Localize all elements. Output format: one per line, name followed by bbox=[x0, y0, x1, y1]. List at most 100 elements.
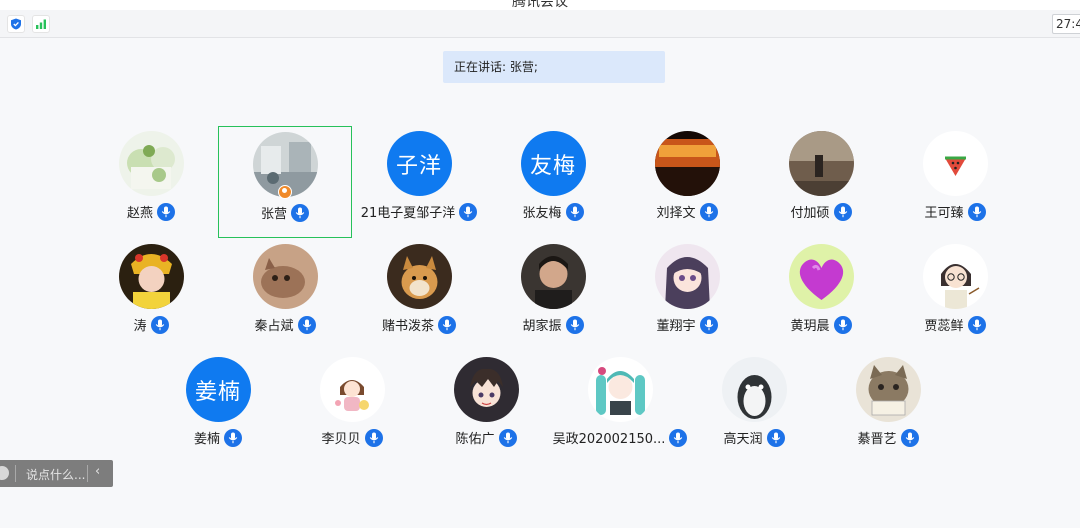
participant-name-row: 涛 bbox=[84, 315, 218, 334]
microphone-icon[interactable] bbox=[699, 202, 718, 221]
participant-name-row: 胡家振 bbox=[486, 315, 620, 334]
participant-tile[interactable]: 涛 bbox=[84, 239, 218, 351]
participant-tile[interactable]: 吴政202002150... bbox=[552, 352, 688, 464]
participant-name: 贾蕊鲜 bbox=[924, 319, 964, 334]
microphone-icon[interactable] bbox=[833, 202, 852, 221]
participant-name-row: 赵燕 bbox=[84, 202, 218, 221]
participant-name: 秦占斌 bbox=[254, 319, 294, 334]
participant-tile[interactable]: 胡家振 bbox=[486, 239, 620, 351]
avatar bbox=[855, 357, 921, 422]
participant-name-row: 张友梅 bbox=[486, 202, 620, 221]
speaking-indicator: 正在讲话: 张营; bbox=[443, 51, 665, 83]
participant-name: 姜楠 bbox=[193, 432, 220, 447]
chevron-left-icon[interactable]: ‹ bbox=[95, 464, 100, 479]
microphone-icon[interactable] bbox=[364, 428, 383, 447]
participant-tile[interactable]: 赵燕 bbox=[84, 126, 218, 238]
microphone-icon[interactable] bbox=[459, 202, 478, 221]
participant-tile[interactable]: 友梅 张友梅 bbox=[486, 126, 620, 238]
participant-tile[interactable]: 黄玥晨 bbox=[754, 239, 888, 351]
participant-tile[interactable]: 秦占斌 bbox=[218, 239, 352, 351]
participant-name-row: 綦晋艺 bbox=[821, 428, 955, 447]
avatar: 子洋 bbox=[386, 131, 452, 196]
microphone-icon[interactable] bbox=[967, 315, 986, 334]
participant-name-row: 王可臻 bbox=[888, 202, 1022, 221]
participant-name: 赵燕 bbox=[126, 206, 153, 221]
participant-tile[interactable]: 陈佑广 bbox=[419, 352, 553, 464]
chat-input[interactable]: 说点什么... bbox=[26, 466, 85, 483]
participant-tile[interactable]: 董翔宇 bbox=[620, 239, 754, 351]
avatar bbox=[252, 244, 318, 309]
participant-name-row: 黄玥晨 bbox=[754, 315, 888, 334]
microphone-icon[interactable] bbox=[565, 202, 584, 221]
avatar bbox=[453, 357, 519, 422]
avatar bbox=[721, 357, 787, 422]
microphone-icon[interactable] bbox=[498, 428, 517, 447]
participant-tile[interactable]: 刘择文 bbox=[620, 126, 754, 238]
participant-name: 张友梅 bbox=[522, 206, 562, 221]
participant-tile[interactable]: 李贝贝 bbox=[285, 352, 419, 464]
avatar bbox=[319, 357, 385, 422]
participant-name-row: 张营 bbox=[219, 203, 351, 222]
chat-input-bar[interactable]: 说点什么... ‹ bbox=[0, 460, 113, 487]
avatar bbox=[118, 244, 184, 309]
microphone-icon[interactable] bbox=[900, 428, 919, 447]
participant-name: 付加硕 bbox=[790, 206, 830, 221]
avatar bbox=[386, 244, 452, 309]
security-shield-icon[interactable] bbox=[7, 15, 25, 33]
participant-name: 赌书泼茶 bbox=[381, 319, 434, 334]
participant-tile[interactable]: 王可臻 bbox=[888, 126, 1022, 238]
participant-name: 张营 bbox=[260, 207, 287, 222]
participant-name-row: 刘择文 bbox=[620, 202, 754, 221]
window-title-bar: 腾讯会议 bbox=[0, 0, 1080, 10]
participant-tile[interactable]: 张营 bbox=[218, 126, 352, 238]
avatar bbox=[654, 131, 720, 196]
participant-name-row: 秦占斌 bbox=[218, 315, 352, 334]
avatar bbox=[654, 244, 720, 309]
divider bbox=[87, 465, 88, 482]
microphone-icon[interactable] bbox=[565, 315, 584, 334]
avatar bbox=[922, 244, 988, 309]
microphone-icon[interactable] bbox=[438, 315, 456, 334]
participant-name: 吴政202002150... bbox=[552, 432, 666, 447]
signal-strength-icon[interactable] bbox=[32, 15, 50, 33]
avatar: 友梅 bbox=[520, 131, 586, 196]
participant-tile[interactable]: 付加硕 bbox=[754, 126, 888, 238]
meeting-timer: 27:4 bbox=[1052, 14, 1080, 34]
microphone-icon[interactable] bbox=[297, 315, 316, 334]
participant-name: 王可臻 bbox=[924, 206, 964, 221]
microphone-icon[interactable] bbox=[224, 428, 242, 447]
participant-name: 胡家振 bbox=[522, 319, 562, 334]
microphone-icon[interactable] bbox=[150, 315, 169, 334]
top-toolbar: 27:4 bbox=[0, 10, 1080, 38]
microphone-icon[interactable] bbox=[669, 428, 688, 447]
participant-name: 董翔宇 bbox=[656, 319, 696, 334]
avatar bbox=[520, 244, 586, 309]
window-title: 腾讯会议 bbox=[512, 0, 568, 10]
participant-name-row: 高天润 bbox=[687, 428, 821, 447]
emoji-icon[interactable] bbox=[0, 466, 9, 480]
avatar bbox=[587, 357, 653, 422]
microphone-icon[interactable] bbox=[766, 428, 785, 447]
microphone-icon[interactable] bbox=[833, 315, 852, 334]
participant-tile[interactable]: 高天润 bbox=[687, 352, 821, 464]
microphone-icon[interactable] bbox=[157, 202, 175, 221]
microphone-icon[interactable] bbox=[699, 315, 718, 334]
participant-name-row: 陈佑广 bbox=[419, 428, 553, 447]
participant-tile[interactable]: 赌书泼茶 bbox=[352, 239, 486, 351]
participant-name-row: 21电子夏邹子洋 bbox=[352, 202, 486, 221]
participant-tile[interactable]: 姜楠 姜楠 bbox=[151, 352, 285, 464]
participant-tile[interactable]: 子洋 21电子夏邹子洋 bbox=[352, 126, 486, 238]
participant-name: 黄玥晨 bbox=[790, 319, 830, 334]
participant-name-row: 董翔宇 bbox=[620, 315, 754, 334]
microphone-icon[interactable] bbox=[291, 203, 309, 222]
participant-name-row: 赌书泼茶 bbox=[352, 315, 486, 334]
participant-name: 綦晋艺 bbox=[857, 432, 897, 447]
participant-tile[interactable]: 贾蕊鲜 bbox=[888, 239, 1022, 351]
participant-name-row: 姜楠 bbox=[151, 428, 285, 447]
microphone-icon[interactable] bbox=[967, 202, 986, 221]
participant-tile[interactable]: 綦晋艺 bbox=[821, 352, 955, 464]
participant-name: 21电子夏邹子洋 bbox=[360, 206, 456, 221]
watermelon-icon bbox=[922, 131, 988, 196]
participant-name: 高天润 bbox=[723, 432, 763, 447]
participant-name-row: 付加硕 bbox=[754, 202, 888, 221]
